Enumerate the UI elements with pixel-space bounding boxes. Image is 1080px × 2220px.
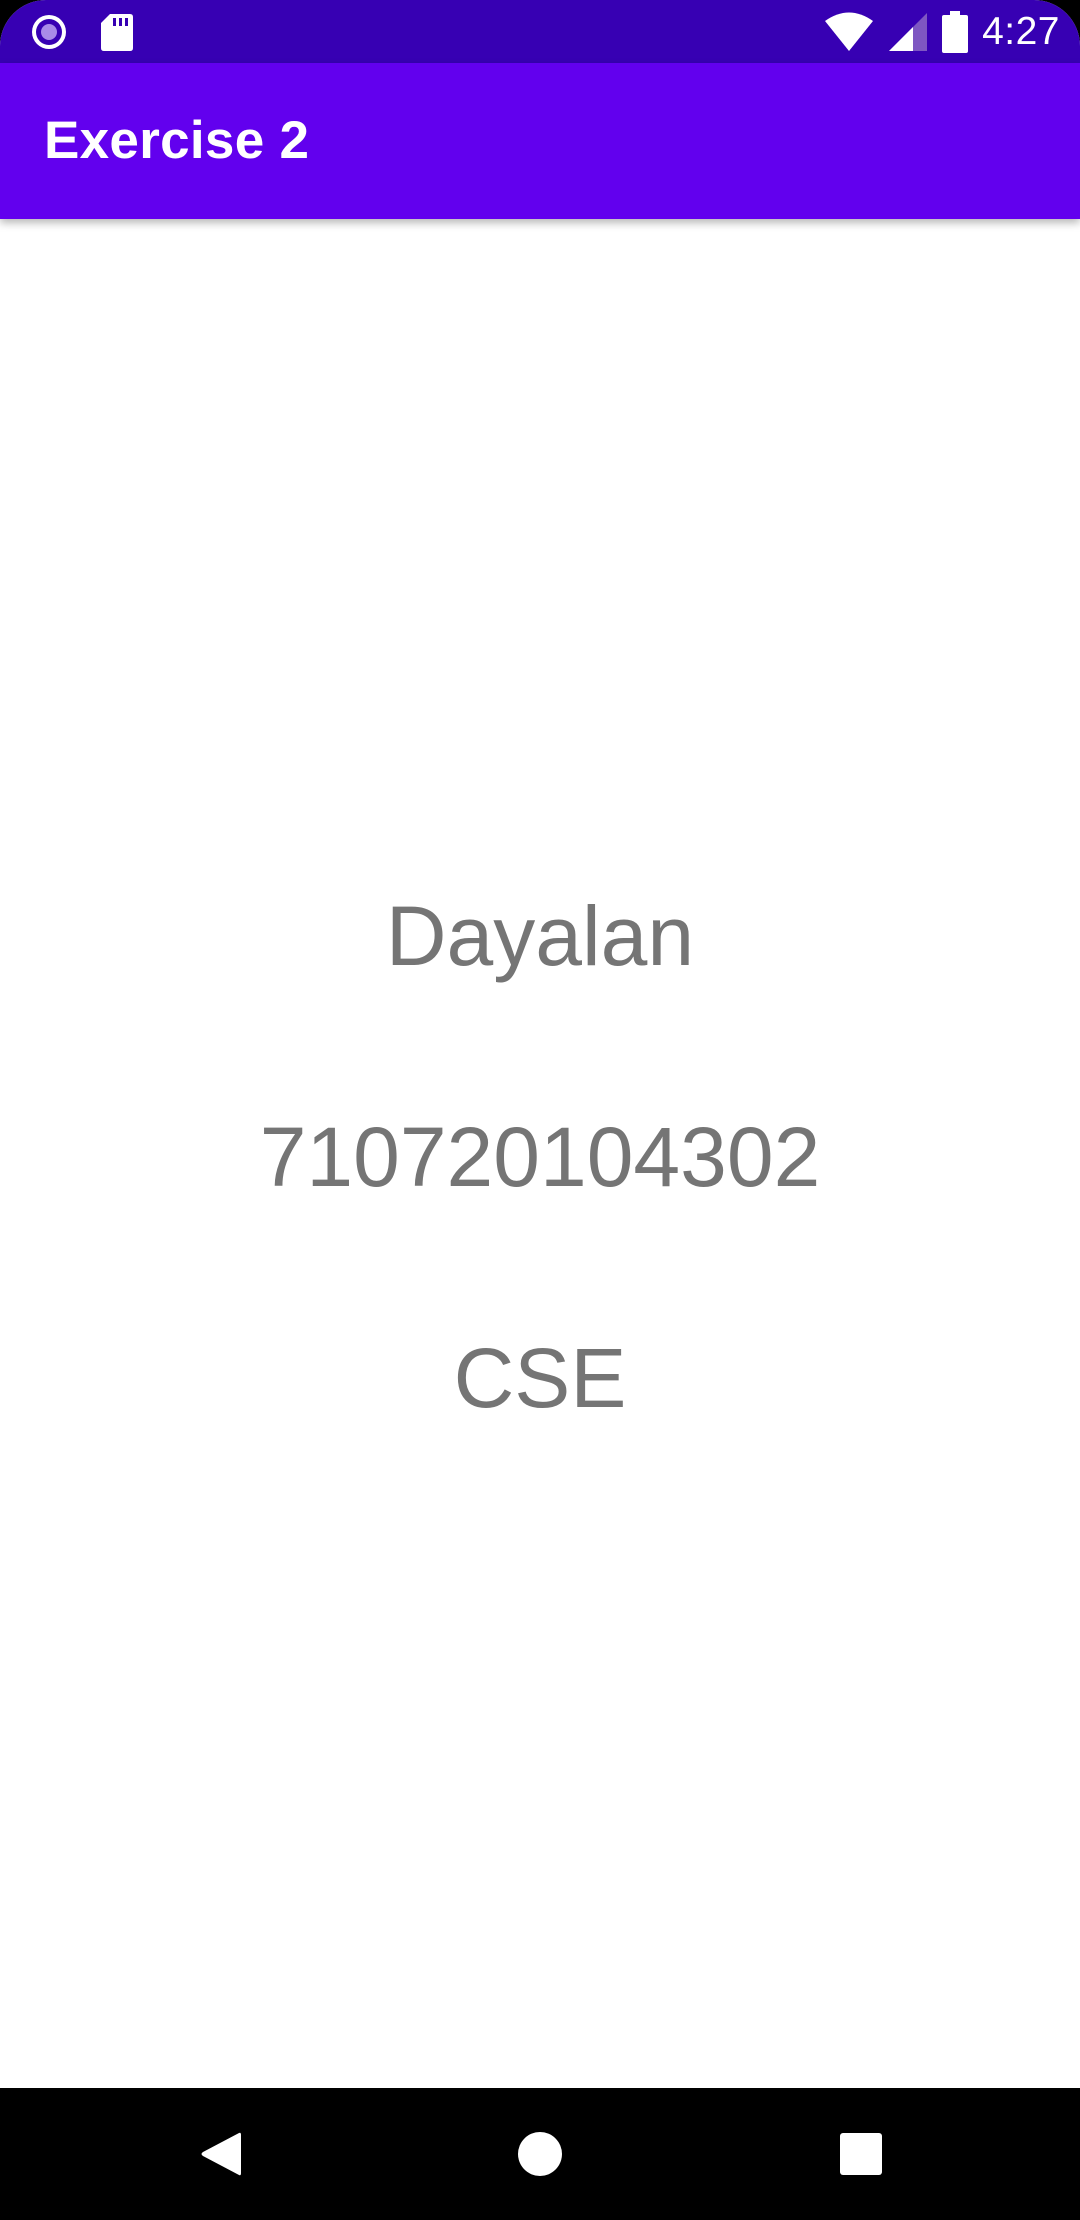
battery-icon (942, 11, 969, 53)
status-time: 4:27 (982, 10, 1060, 53)
department-text: CSE (453, 1331, 627, 1425)
status-notifications (28, 11, 134, 53)
cell-signal-icon (888, 12, 928, 52)
device-frame: 4:27 Exercise 2 Dayalan 710720104302 CSE (0, 0, 1080, 2220)
sd-card-icon (100, 12, 134, 52)
wifi-icon (824, 12, 874, 52)
recents-icon (840, 2133, 882, 2175)
screen: 4:27 Exercise 2 Dayalan 710720104302 CSE (0, 0, 1080, 2088)
navigation-bar (0, 2088, 1080, 2220)
app-bar: Exercise 2 (0, 63, 1080, 219)
home-icon (517, 2131, 563, 2177)
status-system: 4:27 (824, 8, 1060, 56)
app-title: Exercise 2 (44, 111, 310, 170)
home-button[interactable] (470, 2088, 610, 2220)
back-icon (199, 2130, 243, 2178)
register-number-text: 710720104302 (259, 1110, 821, 1204)
media-record-icon (28, 11, 70, 53)
name-text: Dayalan (385, 889, 695, 983)
status-bar: 4:27 (0, 0, 1080, 63)
recents-button[interactable] (791, 2088, 931, 2220)
back-button[interactable] (151, 2088, 291, 2220)
main-content: Dayalan 710720104302 CSE (0, 219, 1080, 2088)
